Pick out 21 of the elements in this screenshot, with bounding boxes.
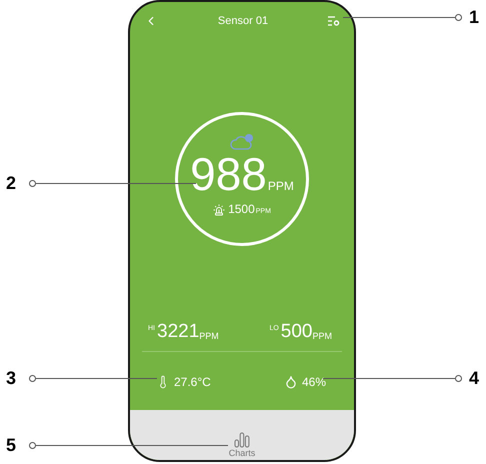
reading-unit: PPM — [268, 179, 294, 193]
callout-number: 4 — [469, 368, 480, 388]
temperature-reading: 27.6°C — [174, 374, 211, 391]
bar-chart-icon — [234, 432, 250, 448]
cloud-icon — [230, 133, 254, 151]
extreme-value: 3221 — [157, 322, 200, 342]
extreme-value: 500 — [280, 322, 312, 342]
screen-title: Sensor 01 — [218, 14, 268, 29]
alarm-icon — [213, 204, 226, 216]
callout-number: 1 — [469, 7, 480, 27]
alarm-value: 1500 — [228, 203, 255, 216]
droplet-icon — [284, 375, 298, 389]
extreme-unit: PPM — [312, 330, 332, 342]
settings-list-icon[interactable] — [328, 16, 340, 26]
extreme-unit: PPM — [199, 330, 219, 342]
callout-number: 5 — [6, 435, 16, 455]
humidity-reading: 46% — [302, 374, 326, 391]
callout-number: 3 — [6, 368, 16, 388]
callout-number: 2 — [6, 173, 16, 193]
co2-reading: 988 — [190, 151, 267, 197]
charts-tab[interactable]: Charts — [228, 432, 256, 458]
